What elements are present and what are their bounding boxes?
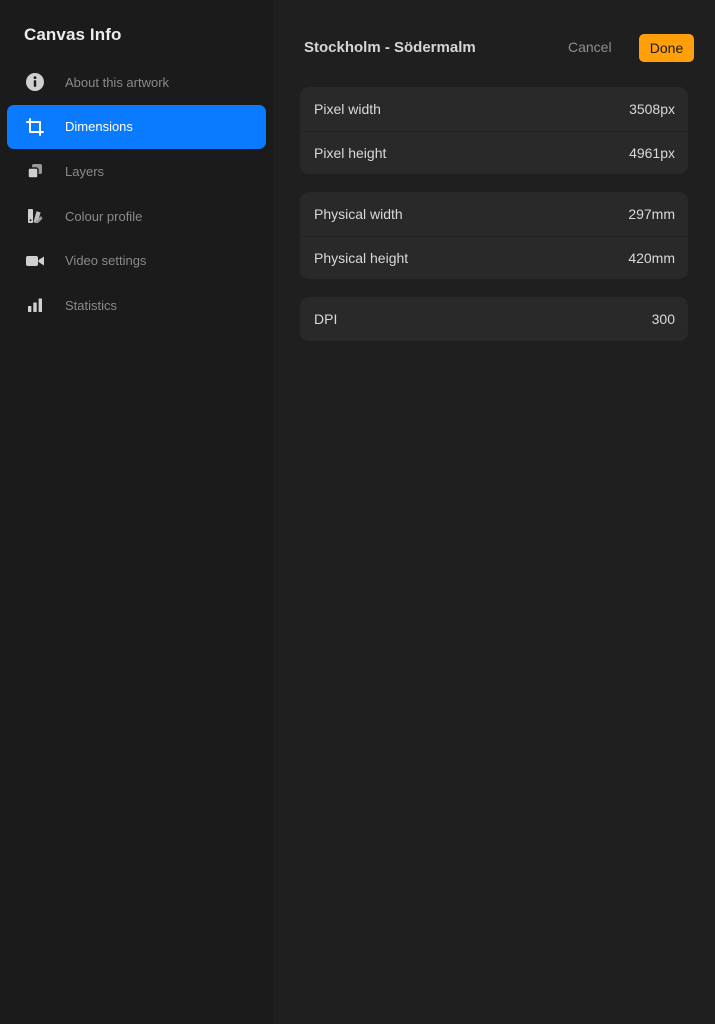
sidebar-item-layers[interactable]: Layers xyxy=(7,149,266,194)
pixel-width-value[interactable]: 3508px xyxy=(629,101,675,117)
sidebar-item-label: Colour profile xyxy=(65,208,143,224)
crop-icon xyxy=(24,116,46,138)
sidebar-item-label: Dimensions xyxy=(65,119,133,135)
physical-height-label: Physical height xyxy=(314,249,409,266)
done-button[interactable]: Done xyxy=(639,34,694,62)
sidebar-item-dimensions[interactable]: Dimensions xyxy=(7,104,266,150)
dpi-group: DPI 300 xyxy=(300,297,688,341)
layers-icon xyxy=(24,160,46,182)
physical-width-row[interactable]: Physical width 297mm xyxy=(300,192,688,236)
sidebar-item-label: Statistics xyxy=(65,297,118,313)
pixel-dimensions-group: Pixel width 3508px Pixel height 4961px xyxy=(300,87,688,174)
info-circle-icon xyxy=(24,71,46,93)
sidebar: Canvas Info About this artwork Dimension… xyxy=(0,0,273,1024)
physical-width-label: Physical width xyxy=(314,205,403,222)
dpi-label: DPI xyxy=(314,310,338,327)
sidebar-nav: About this artwork Dimensions Layers Col… xyxy=(7,60,266,328)
bar-chart-icon xyxy=(24,294,46,316)
sidebar-item-label: Layers xyxy=(65,163,105,179)
physical-width-value[interactable]: 297mm xyxy=(628,206,675,222)
cancel-button[interactable]: Cancel xyxy=(568,39,612,55)
dimensions-pane: Stockholm - Södermalm Cancel Done Pixel … xyxy=(273,0,715,1024)
sidebar-title: Canvas Info xyxy=(24,25,122,44)
sidebar-item-about[interactable]: About this artwork xyxy=(7,60,266,105)
physical-height-value[interactable]: 420mm xyxy=(628,250,675,266)
sidebar-item-label: About this artwork xyxy=(65,74,170,90)
artwork-title: Stockholm - Södermalm xyxy=(304,39,476,56)
sidebar-item-label: Video settings xyxy=(65,253,147,269)
pixel-width-row[interactable]: Pixel width 3508px xyxy=(300,87,688,131)
sidebar-item-colour-profile[interactable]: Colour profile xyxy=(7,194,266,239)
pixel-width-label: Pixel width xyxy=(314,100,381,117)
sidebar-item-video-settings[interactable]: Video settings xyxy=(7,238,266,283)
pixel-height-row[interactable]: Pixel height 4961px xyxy=(300,130,688,175)
dpi-value[interactable]: 300 xyxy=(652,311,675,327)
pixel-height-label: Pixel height xyxy=(314,144,387,161)
video-camera-icon xyxy=(24,250,46,272)
physical-dimensions-group: Physical width 297mm Physical height 420… xyxy=(300,192,688,279)
dpi-row[interactable]: DPI 300 xyxy=(300,297,688,341)
colour-swatch-icon xyxy=(24,205,46,227)
sidebar-item-statistics[interactable]: Statistics xyxy=(7,283,266,328)
pixel-height-value[interactable]: 4961px xyxy=(629,145,675,161)
physical-height-row[interactable]: Physical height 420mm xyxy=(300,235,688,280)
canvas-info-panel: Canvas Info About this artwork Dimension… xyxy=(0,0,715,1024)
